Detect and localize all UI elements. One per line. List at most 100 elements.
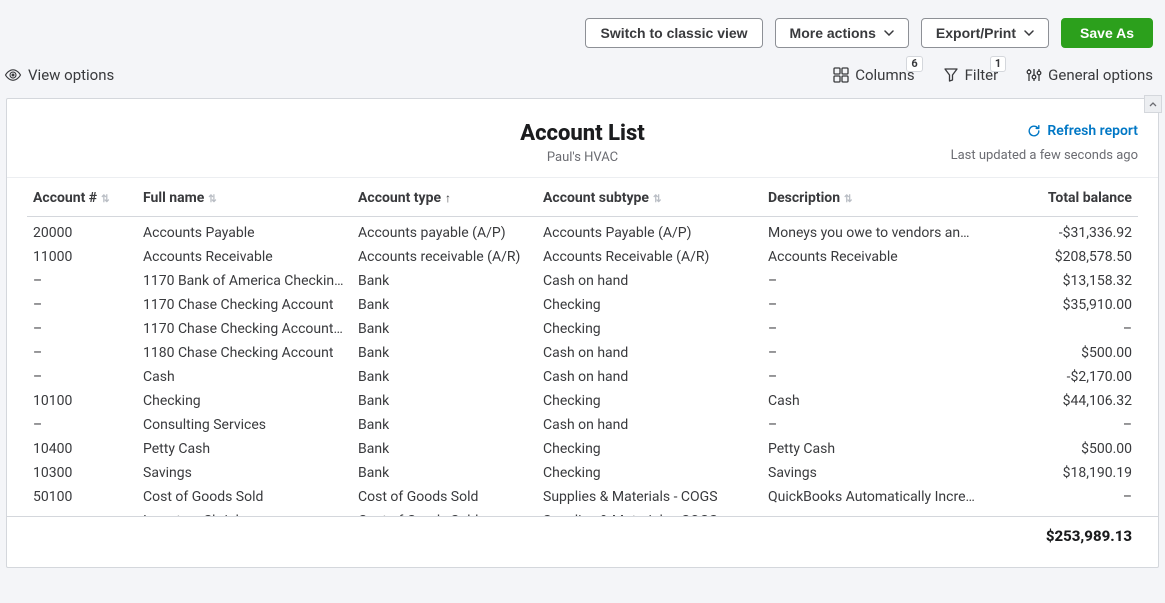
cell-account-num: 10400 — [27, 437, 137, 461]
cell-full-name: Cost of Goods Sold — [137, 485, 352, 509]
cell-full-name: 1170 Chase Checking Account — [137, 293, 352, 317]
cell-total-balance: -$31,336.92 — [997, 217, 1138, 246]
columns-button[interactable]: Columns 6 — [833, 66, 914, 84]
table-row[interactable]: –1170 Chase Checking AccountBankChecking… — [27, 293, 1138, 317]
cell-account-subtype: Supplies & Materials - COGS — [537, 509, 762, 516]
cell-total-balance: $500.00 — [997, 437, 1138, 461]
cell-total-balance: – — [997, 485, 1138, 509]
table-wrapper: Account #⇅ Full name⇅ Account type↑ Acco… — [7, 178, 1158, 516]
sort-icon: ⇅ — [844, 194, 850, 205]
cell-account-type: Bank — [352, 269, 537, 293]
table-row[interactable]: –1170 Bank of America Checkin…BankCash o… — [27, 269, 1138, 293]
table-row[interactable]: 50100Cost of Goods SoldCost of Goods Sol… — [27, 485, 1138, 509]
table-row[interactable]: –Consulting ServicesBankCash on hand–– — [27, 413, 1138, 437]
cell-description: Cash — [762, 389, 997, 413]
cell-description: Savings — [762, 461, 997, 485]
table-row[interactable]: 10400Petty CashBankCheckingPetty Cash$50… — [27, 437, 1138, 461]
view-options-button[interactable]: View options — [4, 66, 114, 84]
save-as-button[interactable]: Save As — [1061, 18, 1153, 48]
cell-account-num: 10300 — [27, 461, 137, 485]
button-label: Save As — [1080, 25, 1134, 41]
cell-account-subtype: Accounts Receivable (A/R) — [537, 245, 762, 269]
footer-total: $253,989.13 — [7, 516, 1158, 557]
cell-account-type: Cost of Goods Sold — [352, 485, 537, 509]
cell-description: Accounts Receivable — [762, 245, 997, 269]
cell-full-name: Checking — [137, 389, 352, 413]
table-row[interactable]: 10300SavingsBankCheckingSavings$18,190.1… — [27, 461, 1138, 485]
table-row[interactable]: –1170 Chase Checking Account:…BankChecki… — [27, 317, 1138, 341]
refresh-report-button[interactable]: Refresh report — [1027, 123, 1138, 139]
table-row[interactable]: 20000Accounts PayableAccounts payable (A… — [27, 217, 1138, 246]
table-row[interactable]: –CashBankCash on hand–-$2,170.00 — [27, 365, 1138, 389]
table-header-row: Account #⇅ Full name⇅ Account type↑ Acco… — [27, 178, 1138, 217]
refresh-area: Refresh report Last updated a few second… — [951, 123, 1138, 163]
switch-classic-view-button[interactable]: Switch to classic view — [585, 18, 762, 48]
cell-description: – — [762, 317, 997, 341]
right-tools: Columns 6 Filter 1 General options — [833, 66, 1153, 84]
cell-full-name: Inventory Shrinkage — [137, 509, 352, 516]
column-header-account-type[interactable]: Account type↑ — [352, 178, 537, 217]
cell-account-num: – — [27, 509, 137, 516]
button-label: Export/Print — [936, 25, 1016, 41]
cell-account-num: – — [27, 341, 137, 365]
cell-account-type: Accounts receivable (A/R) — [352, 245, 537, 269]
table-body: 20000Accounts PayableAccounts payable (A… — [27, 217, 1138, 517]
table-row[interactable]: –1180 Chase Checking AccountBankCash on … — [27, 341, 1138, 365]
cell-account-type: Bank — [352, 413, 537, 437]
top-action-bar: Switch to classic view More actions Expo… — [0, 0, 1165, 62]
refresh-label: Refresh report — [1047, 123, 1138, 139]
cell-full-name: Savings — [137, 461, 352, 485]
cell-full-name: Petty Cash — [137, 437, 352, 461]
filter-icon — [943, 67, 959, 83]
cell-account-subtype: Checking — [537, 317, 762, 341]
account-table: Account #⇅ Full name⇅ Account type↑ Acco… — [27, 178, 1138, 516]
cell-account-type: Accounts payable (A/P) — [352, 217, 537, 246]
columns-icon — [833, 67, 849, 83]
column-header-description[interactable]: Description⇅ — [762, 178, 997, 217]
cell-full-name: Consulting Services — [137, 413, 352, 437]
export-print-button[interactable]: Export/Print — [921, 18, 1049, 48]
cell-account-type: Bank — [352, 437, 537, 461]
cell-account-num: – — [27, 269, 137, 293]
refresh-icon — [1027, 124, 1041, 138]
eye-icon — [4, 66, 22, 84]
last-updated-text: Last updated a few seconds ago — [951, 148, 1138, 163]
report-header: Account List Paul's HVAC Refresh report … — [7, 99, 1158, 178]
cell-account-type: Bank — [352, 365, 537, 389]
cell-account-subtype: Checking — [537, 293, 762, 317]
cell-account-num: 20000 — [27, 217, 137, 246]
cell-total-balance: – — [997, 509, 1138, 516]
cell-account-num: – — [27, 413, 137, 437]
column-header-full-name[interactable]: Full name⇅ — [137, 178, 352, 217]
cell-account-subtype: Supplies & Materials - COGS — [537, 485, 762, 509]
filter-badge: 1 — [990, 56, 1006, 72]
sort-asc-icon: ↑ — [445, 191, 451, 205]
table-row[interactable]: 11000Accounts ReceivableAccounts receiva… — [27, 245, 1138, 269]
more-actions-button[interactable]: More actions — [775, 18, 909, 48]
sort-icon: ⇅ — [208, 194, 214, 205]
cell-description: Moneys you owe to vendors an… — [762, 217, 997, 246]
cell-total-balance: $500.00 — [997, 341, 1138, 365]
cell-total-balance: $18,190.19 — [997, 461, 1138, 485]
button-label: More actions — [790, 25, 876, 41]
column-header-total-balance[interactable]: Total balance — [997, 178, 1138, 217]
cell-account-type: Cost of Goods Sold — [352, 509, 537, 516]
cell-total-balance: – — [997, 413, 1138, 437]
cell-account-subtype: Checking — [537, 437, 762, 461]
filter-button[interactable]: Filter 1 — [943, 66, 999, 84]
cell-full-name: 1170 Bank of America Checkin… — [137, 269, 352, 293]
cell-account-type: Bank — [352, 317, 537, 341]
cell-account-type: Bank — [352, 461, 537, 485]
cell-account-subtype: Accounts Payable (A/P) — [537, 217, 762, 246]
cell-account-type: Bank — [352, 293, 537, 317]
column-header-account-num[interactable]: Account #⇅ — [27, 178, 137, 217]
table-row[interactable]: –Inventory ShrinkageCost of Goods SoldSu… — [27, 509, 1138, 516]
sort-icon: ⇅ — [101, 194, 107, 205]
cell-full-name: 1180 Chase Checking Account — [137, 341, 352, 365]
chevron-down-icon — [1024, 30, 1034, 36]
cell-account-subtype: Cash on hand — [537, 365, 762, 389]
table-row[interactable]: 10100CheckingBankCheckingCash$44,106.32 — [27, 389, 1138, 413]
column-header-account-subtype[interactable]: Account subtype⇅ — [537, 178, 762, 217]
chevron-down-icon — [884, 30, 894, 36]
general-options-button[interactable]: General options — [1026, 66, 1153, 84]
